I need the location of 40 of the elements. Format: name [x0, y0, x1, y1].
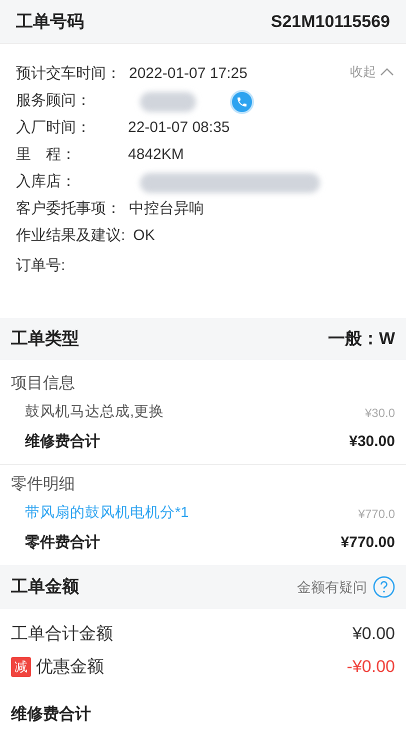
field-label: 订单号: [16, 256, 66, 276]
field-label: 客户委托事项： [16, 199, 121, 220]
part-link[interactable]: 带风扇的鼓风机电机分*1 [25, 503, 189, 525]
order-number: S21M10115569 [270, 10, 390, 33]
field-value: 中控台异响 [129, 199, 204, 220]
amount-label: 工单合计金额 [11, 622, 113, 645]
item-name: 鼓风机马达总成,更换 [25, 403, 164, 422]
field-label: 服务顾问： [16, 91, 92, 112]
field-label: 作业结果及建议: [16, 226, 126, 246]
phone-icon [236, 96, 248, 108]
amount-value: -¥0.00 [346, 656, 395, 678]
field-label: 里 程： [16, 145, 77, 166]
amount-question-button[interactable]: 金额有疑问 [297, 576, 395, 598]
collapse-button[interactable]: 收起 [350, 62, 394, 82]
order-type-value: 一般：W [328, 328, 395, 350]
field-label: 入厂时间： [16, 118, 92, 138]
footer-label: 维修费合计 [11, 704, 92, 725]
section-title: 工单类型 [11, 328, 79, 350]
phone-button[interactable] [230, 90, 254, 114]
amount-label: 优惠金额 [36, 656, 104, 678]
section-title: 工单金额 [11, 576, 79, 598]
field-value: 2022-01-07 17:25 [129, 64, 248, 84]
item-price: ¥770.0 [358, 506, 395, 523]
amount-value: ¥0.00 [352, 622, 395, 645]
discount-badge: 减 [11, 656, 31, 676]
item-price: ¥30.0 [364, 405, 395, 422]
subtotal-value: ¥30.00 [349, 432, 395, 452]
subtotal-label: 零件费合计 [25, 532, 100, 553]
field-label: 入库店： [16, 172, 77, 192]
group-title: 项目信息 [11, 374, 76, 394]
chevron-up-icon [380, 66, 394, 77]
group-title: 零件明细 [11, 475, 76, 495]
subtotal-label: 维修费合计 [25, 432, 100, 452]
field-label: 预计交车时间： [16, 64, 121, 84]
field-value: 22-01-07 08:35 [128, 118, 230, 138]
header-label: 工单号码 [16, 10, 84, 33]
subtotal-value: ¥770.00 [340, 532, 395, 553]
field-value: 4842KM [128, 145, 184, 166]
help-icon [373, 576, 395, 598]
field-value: OK [133, 226, 155, 246]
